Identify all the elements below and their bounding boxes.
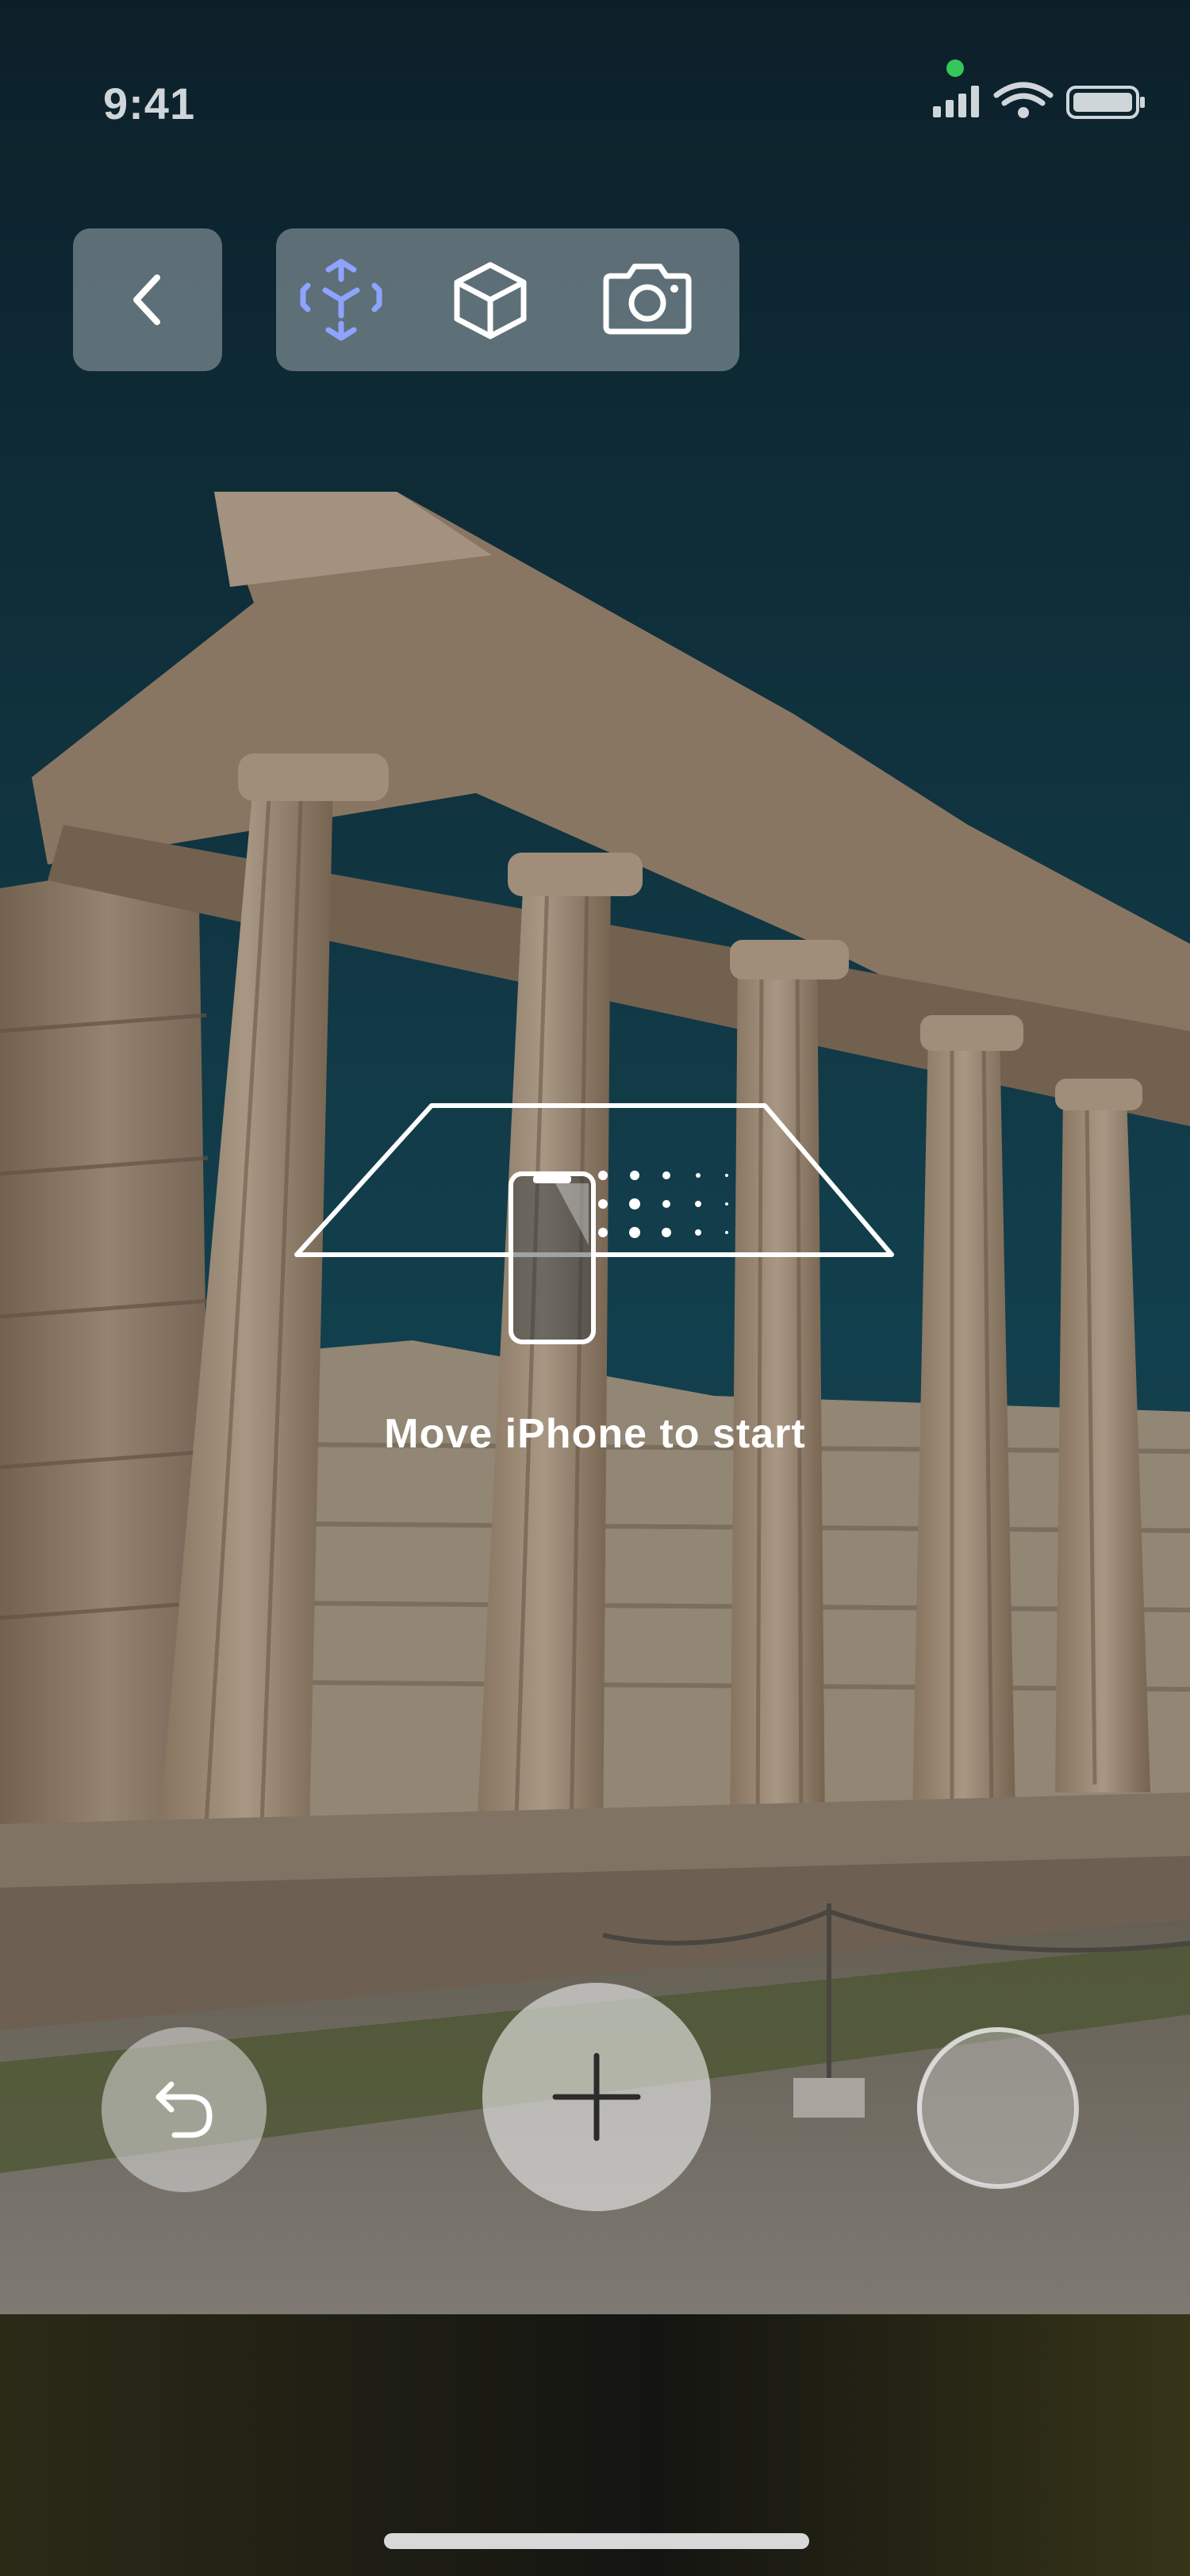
ar-cube-scan-icon bbox=[297, 255, 386, 344]
battery-icon bbox=[1066, 86, 1145, 119]
back-button[interactable] bbox=[73, 228, 222, 371]
status-indicators bbox=[928, 76, 1150, 124]
undo-button[interactable] bbox=[102, 2027, 267, 2192]
shutter-icon bbox=[917, 2027, 1079, 2189]
mode-3d-object-button[interactable] bbox=[435, 228, 585, 371]
undo-icon bbox=[151, 2076, 217, 2143]
chevron-left-icon bbox=[125, 273, 170, 327]
status-time: 9:41 bbox=[103, 79, 196, 128]
plus-icon bbox=[552, 2053, 641, 2141]
coaching-illustration bbox=[286, 1094, 904, 1364]
coaching-message: Move iPhone to start bbox=[384, 1411, 806, 1457]
mode-photo-button[interactable] bbox=[589, 228, 739, 371]
add-point-button[interactable] bbox=[482, 1983, 711, 2211]
cube-icon bbox=[449, 259, 532, 341]
home-indicator[interactable] bbox=[384, 2533, 809, 2549]
mode-selector bbox=[276, 228, 739, 371]
iphone-icon bbox=[509, 1171, 596, 1344]
wifi-icon bbox=[993, 82, 1054, 106]
camera-in-use-indicator bbox=[946, 59, 964, 77]
mode-ar-measure-button[interactable] bbox=[276, 228, 427, 371]
cellular-signal-icon bbox=[933, 86, 979, 117]
camera-icon bbox=[600, 263, 695, 336]
